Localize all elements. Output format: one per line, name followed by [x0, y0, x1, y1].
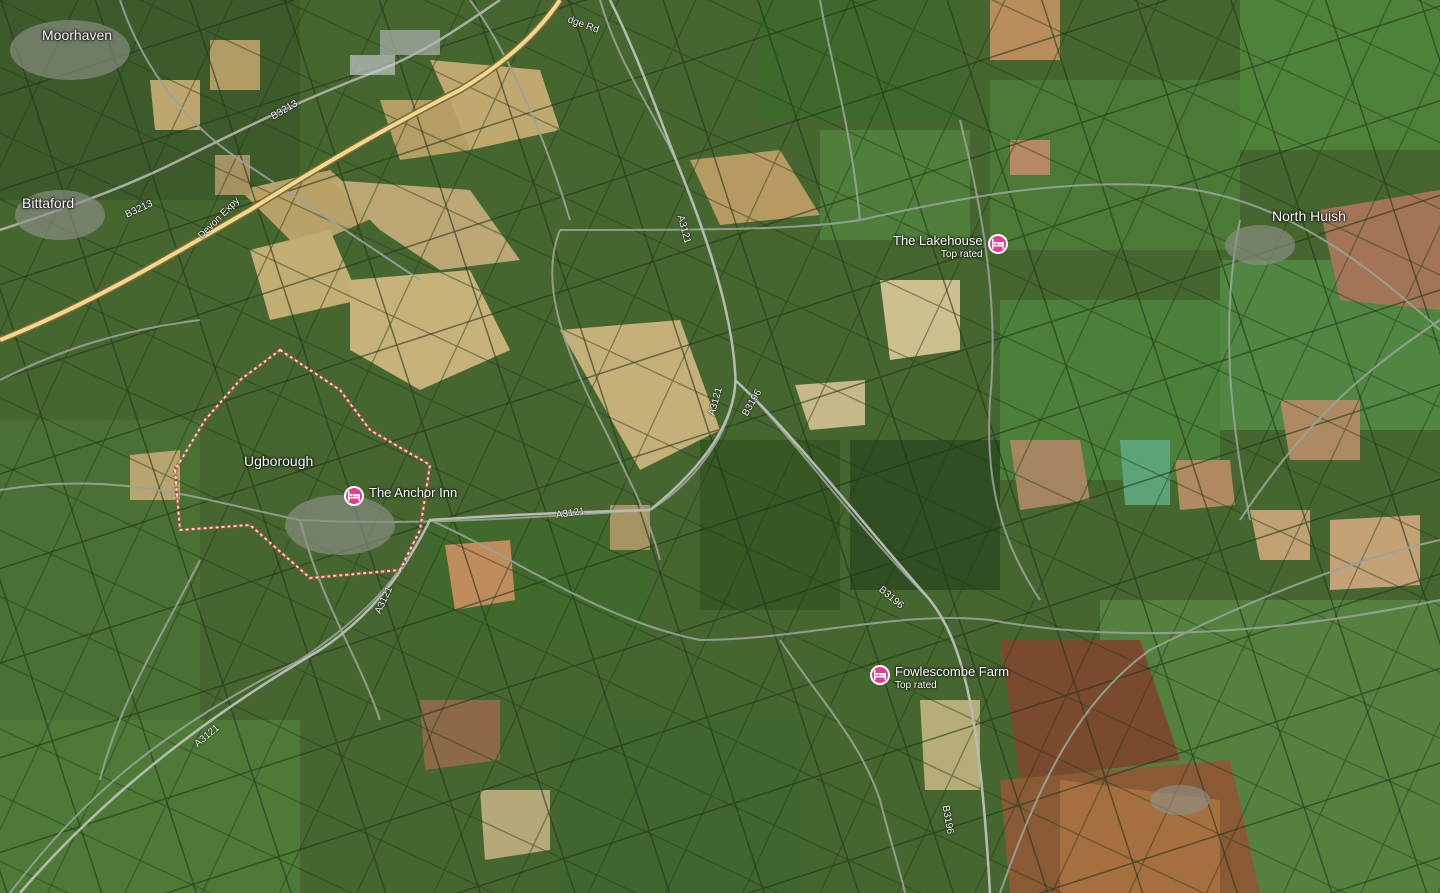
place-label-north-huish[interactable]: North Huish — [1272, 208, 1346, 224]
hotel-bed-icon — [987, 234, 1008, 254]
place-label-bittaford[interactable]: Bittaford — [22, 195, 74, 211]
hotel-bed-icon — [344, 486, 364, 506]
place-label-moorhaven[interactable]: Moorhaven — [42, 27, 112, 43]
poi-the-lakehouse[interactable]: The Lakehouse Top rated — [893, 233, 1008, 260]
satellite-map[interactable]: Moorhaven Bittaford Ugborough North Huis… — [0, 0, 1440, 893]
poi-name: The Lakehouse — [893, 233, 983, 248]
poi-name: The Anchor Inn — [369, 485, 458, 500]
poi-rating-badge: Top rated — [940, 248, 983, 260]
poi-the-anchor-inn[interactable]: The Anchor Inn — [344, 485, 458, 506]
hotel-bed-icon — [870, 665, 890, 685]
poi-name: Fowlescombe Farm — [895, 664, 1010, 679]
poi-fowlescombe-farm[interactable]: Fowlescombe Farm Top rated — [870, 664, 1010, 691]
poi-rating-badge: Top rated — [895, 679, 937, 691]
satellite-imagery — [0, 0, 1440, 893]
place-label-ugborough[interactable]: Ugborough — [244, 453, 313, 469]
